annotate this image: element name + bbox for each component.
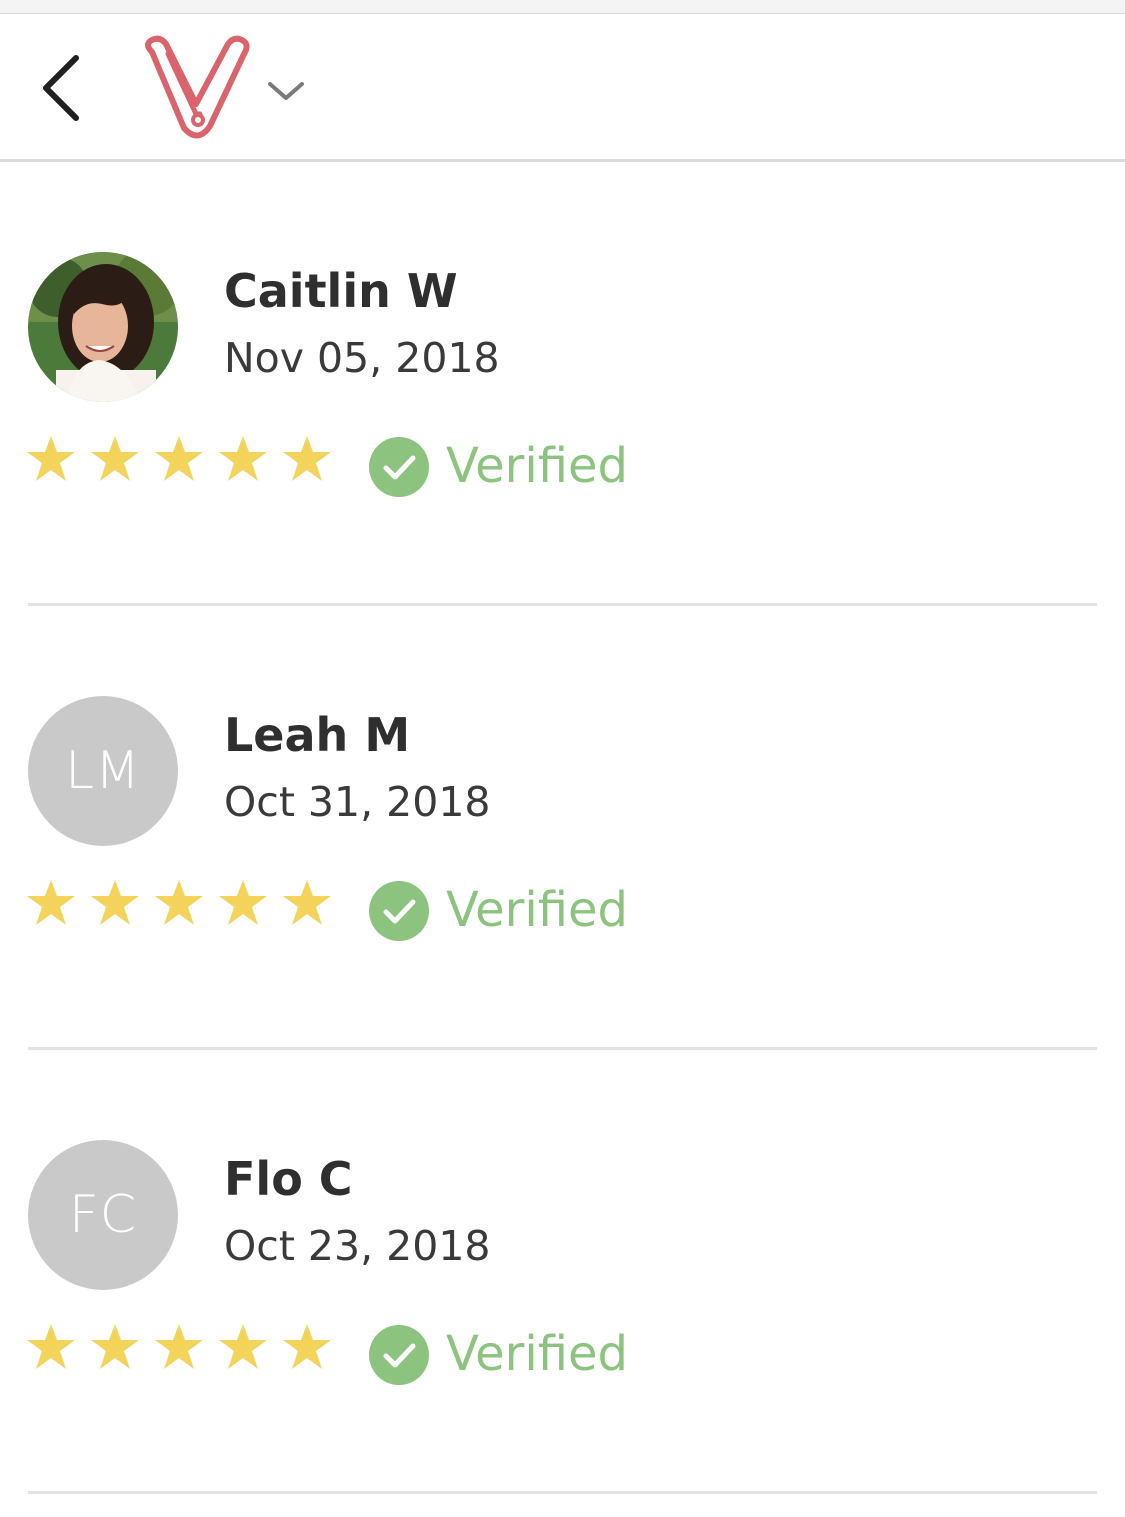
star-rating	[26, 1322, 332, 1372]
avatar	[28, 252, 178, 402]
star-icon	[283, 1324, 331, 1369]
star-icon	[155, 1324, 203, 1369]
star-icon	[27, 436, 75, 481]
verified-label: Verified	[446, 1326, 628, 1382]
chevron-left-icon	[43, 55, 79, 121]
divider	[28, 1491, 1097, 1494]
review-date: Oct 31, 2018	[224, 778, 491, 826]
star-icon	[27, 1324, 75, 1369]
star-icon	[91, 1324, 139, 1369]
star-icon	[155, 436, 203, 481]
review-date: Nov 05, 2018	[224, 334, 500, 382]
star-icon	[219, 880, 267, 925]
brand-menu-toggle[interactable]	[264, 74, 308, 108]
check-circle-icon	[369, 437, 429, 497]
review-item: FC Flo C Oct 23, 2018 Verified	[0, 1050, 1125, 1494]
avatar: FC	[28, 1140, 178, 1290]
verified-label: Verified	[446, 882, 628, 938]
star-rating	[26, 434, 332, 484]
star-icon	[27, 880, 75, 925]
review-item: LM Leah M Oct 31, 2018 Verified	[0, 606, 1125, 1050]
star-icon	[283, 880, 331, 925]
star-rating	[26, 878, 332, 928]
back-button[interactable]	[28, 48, 98, 128]
star-icon	[155, 880, 203, 925]
reviewer-name: Flo C	[224, 1152, 353, 1206]
check-circle-icon	[369, 1325, 429, 1385]
chevron-down-icon	[268, 82, 304, 100]
star-icon	[91, 436, 139, 481]
star-icon	[91, 880, 139, 925]
review-date: Oct 23, 2018	[224, 1222, 491, 1270]
verified-label: Verified	[446, 438, 628, 494]
reviewer-name: Leah M	[224, 708, 411, 762]
brand-logo-icon	[138, 32, 260, 142]
review-item: Caitlin W Nov 05, 2018 Verified	[0, 162, 1125, 606]
reviewer-name: Caitlin W	[224, 264, 458, 318]
star-icon	[219, 436, 267, 481]
star-icon	[283, 436, 331, 481]
status-strip	[0, 0, 1125, 14]
avatar: LM	[28, 696, 178, 846]
star-icon	[219, 1324, 267, 1369]
check-circle-icon	[369, 881, 429, 941]
app-header	[0, 14, 1125, 162]
